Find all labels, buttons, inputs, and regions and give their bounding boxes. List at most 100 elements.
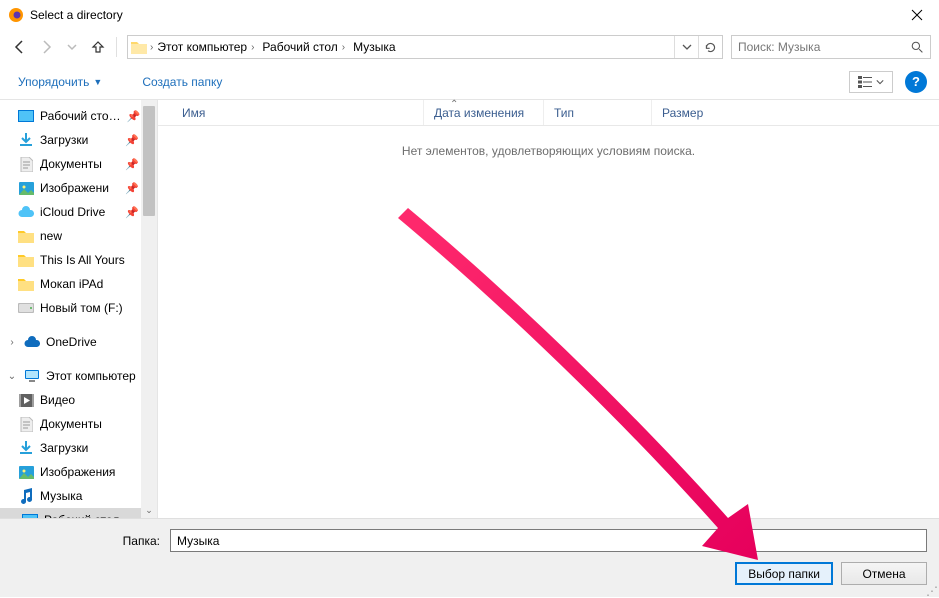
sidebar-item-label: Изображения <box>40 465 115 479</box>
sidebar-item[interactable]: ›Рабочий стол <box>0 508 157 518</box>
column-type[interactable]: Тип <box>544 100 652 125</box>
sidebar-item-label: new <box>40 229 62 243</box>
search-icon <box>911 41 924 54</box>
sidebar-item[interactable]: Новый том (F:) <box>0 296 157 320</box>
drive-icon <box>18 300 34 316</box>
sidebar-item-label: Документы <box>40 417 102 431</box>
pin-icon: 📌 <box>125 206 139 219</box>
sidebar-item[interactable]: Музыка <box>0 484 157 508</box>
sidebar-item-label: Загрузки <box>40 133 88 147</box>
sidebar-item[interactable]: Рабочий сто… 📌 <box>0 104 157 128</box>
address-breadcrumb[interactable]: › Этот компьютер› Рабочий стол › Музыка <box>127 35 723 59</box>
sidebar-scrollbar[interactable]: ⌄ <box>141 100 157 518</box>
resize-grip-icon[interactable]: ⋰ <box>926 587 937 595</box>
breadcrumb-item[interactable]: Этот компьютер› <box>153 36 258 58</box>
sort-indicator-icon: ⌃ <box>450 99 458 110</box>
sidebar-item[interactable]: Документы <box>0 412 157 436</box>
pc-icon <box>24 368 40 384</box>
column-name[interactable]: Имя <box>172 100 424 125</box>
back-button[interactable] <box>8 35 32 59</box>
sidebar-item[interactable]: Загрузки 📌 <box>0 128 157 152</box>
sidebar-item[interactable]: Мокап iPAd <box>0 272 157 296</box>
window-title: Select a directory <box>30 8 894 22</box>
nav-bar: › Этот компьютер› Рабочий стол › Музыка П… <box>0 30 939 64</box>
sidebar-item-label: Видео <box>40 393 75 407</box>
folder-icon <box>18 276 34 292</box>
folder-field-label: Папка: <box>12 534 162 548</box>
search-placeholder: Поиск: Музыка <box>738 40 820 54</box>
breadcrumb-item[interactable]: Рабочий стол › <box>258 36 349 58</box>
pin-icon: 📌 <box>125 158 139 171</box>
folder-icon <box>128 36 150 58</box>
column-label: Имя <box>182 106 205 120</box>
new-folder-label: Создать папку <box>142 75 222 89</box>
column-label: Дата изменения <box>434 106 524 120</box>
cancel-button[interactable]: Отмена <box>841 562 927 585</box>
sidebar-item[interactable]: Загрузки <box>0 436 157 460</box>
nav-separator <box>116 37 117 57</box>
search-input[interactable]: Поиск: Музыка <box>731 35 931 59</box>
sidebar-item[interactable]: Документы📌 <box>0 152 157 176</box>
breadcrumb-item[interactable]: Музыка <box>349 36 399 58</box>
downloads-icon <box>18 440 34 456</box>
pin-icon: 📌 <box>125 182 139 195</box>
pin-icon: 📌 <box>125 134 139 147</box>
breadcrumb-label: Рабочий стол <box>262 40 337 54</box>
sidebar-item-label: Музыка <box>40 489 82 503</box>
sidebar-item-label: OneDrive <box>46 335 97 349</box>
sidebar-item[interactable]: Видео <box>0 388 157 412</box>
forward-button[interactable] <box>34 35 58 59</box>
sidebar-item-label: Изображени <box>40 181 109 195</box>
title-bar: Select a directory <box>0 0 939 30</box>
recent-dropdown-icon[interactable] <box>60 35 84 59</box>
file-area: ⌃ Имя Дата изменения Тип Размер Нет элем… <box>158 100 939 518</box>
documents-icon <box>18 416 34 432</box>
sidebar-item[interactable]: Изображения <box>0 460 157 484</box>
view-options-button[interactable] <box>849 71 893 93</box>
sidebar-item[interactable]: ⌄ Этот компьютер <box>0 364 157 388</box>
refresh-button[interactable] <box>698 36 722 58</box>
organize-label: Упорядочить <box>18 75 89 89</box>
sidebar-item[interactable]: This Is All Yours <box>0 248 157 272</box>
new-folder-button[interactable]: Создать папку <box>136 71 228 93</box>
column-date[interactable]: Дата изменения <box>424 100 544 125</box>
music-icon <box>18 488 34 504</box>
onedrive-icon <box>24 334 40 350</box>
expand-icon[interactable]: ⌄ <box>6 371 18 382</box>
sidebar-item-label: Загрузки <box>40 441 88 455</box>
sidebar-item-label: This Is All Yours <box>40 253 125 267</box>
sidebar-item[interactable]: iCloud Drive📌 <box>0 200 157 224</box>
column-size[interactable]: Размер <box>652 100 738 125</box>
desktop-icon <box>18 108 34 124</box>
scrollbar-thumb[interactable] <box>143 106 155 216</box>
chevron-right-icon[interactable]: › <box>251 42 254 53</box>
up-button[interactable] <box>86 35 110 59</box>
column-headers: Имя Дата изменения Тип Размер <box>158 100 939 126</box>
nav-sidebar: ⌄ Рабочий сто…📌Загрузки📌Документы📌Изобра… <box>0 100 158 518</box>
sidebar-item-label: Новый том (F:) <box>40 301 123 315</box>
breadcrumb-dropdown-icon[interactable] <box>674 36 698 58</box>
scroll-down-icon[interactable]: ⌄ <box>141 502 157 518</box>
sidebar-item-label: Этот компьютер <box>46 369 136 383</box>
sidebar-item-label: Рабочий сто… <box>40 109 121 123</box>
footer: Папка: Выбор папки Отмена ⋰ <box>0 518 939 597</box>
videos-icon <box>18 392 34 408</box>
chevron-right-icon[interactable]: › <box>342 42 345 53</box>
toolbar: Упорядочить ▼ Создать папку ? <box>0 64 939 100</box>
close-button[interactable] <box>894 0 939 30</box>
sidebar-item[interactable]: Изображени 📌 <box>0 176 157 200</box>
column-label: Размер <box>662 106 703 120</box>
column-label: Тип <box>554 106 574 120</box>
sidebar-item[interactable]: › OneDrive <box>0 330 157 354</box>
help-button[interactable]: ? <box>905 71 927 93</box>
organize-button[interactable]: Упорядочить ▼ <box>12 71 108 93</box>
expand-icon[interactable]: › <box>6 337 18 348</box>
firefox-icon <box>8 7 24 23</box>
pin-icon: 📌 <box>127 110 141 123</box>
downloads-icon <box>18 132 34 148</box>
select-folder-button[interactable]: Выбор папки <box>735 562 833 585</box>
sidebar-item[interactable]: new <box>0 224 157 248</box>
folder-name-input[interactable] <box>170 529 927 552</box>
folder-icon <box>18 228 34 244</box>
breadcrumb-label: Музыка <box>353 40 395 54</box>
